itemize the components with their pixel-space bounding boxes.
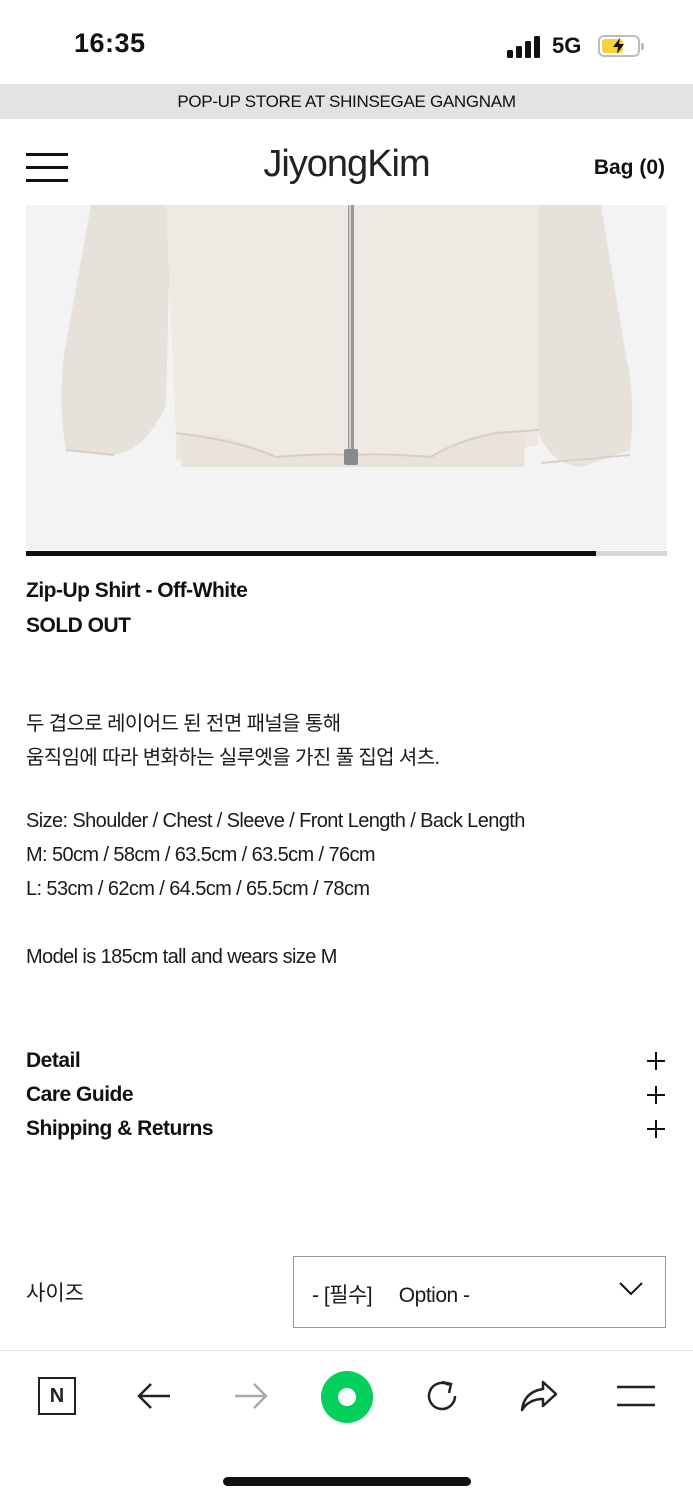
accordion-care-guide[interactable]: Care Guide: [26, 1083, 667, 1113]
size-spec-header: Size: Shoulder / Chest / Sleeve / Front …: [26, 810, 525, 832]
plus-icon[interactable]: [647, 1052, 665, 1070]
plus-icon[interactable]: [647, 1086, 665, 1104]
promo-banner-text: POP-UP STORE AT SHINSEGAE GANGNAM: [177, 91, 516, 111]
gallery-progress-fill: [26, 551, 597, 556]
bag-link[interactable]: Bag (0): [594, 156, 665, 180]
size-spec-m: M: 50cm / 58cm / 63.5cm / 63.5cm / 76cm: [26, 844, 376, 866]
brand-logo[interactable]: JiyongKim: [0, 143, 693, 186]
description-line: 두 겹으로 레이어드 된 전면 패널을 통해: [26, 713, 341, 735]
menu-icon[interactable]: [611, 1371, 661, 1421]
site-header: JiyongKim Bag (0): [0, 119, 693, 205]
option-select-value: - [필수] Option -: [312, 1284, 470, 1307]
accordion-shipping-returns[interactable]: Shipping & Returns: [26, 1117, 667, 1147]
size-spec-l: L: 53cm / 62cm / 64.5cm / 65.5cm / 78cm: [26, 878, 370, 900]
size-option-select[interactable]: - [필수] Option -: [293, 1256, 666, 1328]
promo-banner[interactable]: POP-UP STORE AT SHINSEGAE GANGNAM: [0, 84, 693, 119]
product-title: Zip-Up Shirt - Off-White: [26, 579, 248, 602]
chevron-down-icon: [619, 1282, 643, 1296]
sold-out-badge: SOLD OUT: [26, 614, 131, 637]
forward-arrow-icon[interactable]: [226, 1371, 276, 1421]
status-bar: 16:35 5G: [0, 0, 693, 84]
naver-n-label: N: [38, 1377, 76, 1415]
browser-toolbar: N: [0, 1350, 693, 1500]
home-indicator[interactable]: [223, 1477, 471, 1486]
model-info: Model is 185cm tall and wears size M: [26, 946, 337, 968]
gallery-progress-track[interactable]: [26, 551, 667, 556]
network-label: 5G: [552, 33, 582, 58]
plus-icon[interactable]: [647, 1120, 665, 1138]
share-icon[interactable]: [514, 1371, 564, 1421]
accordion-label: Care Guide: [26, 1083, 134, 1106]
signal-icon: [507, 36, 543, 58]
size-label: 사이즈: [26, 1282, 84, 1305]
naver-n-icon[interactable]: N: [32, 1371, 82, 1421]
product-image[interactable]: [26, 205, 667, 550]
battery-charging-icon: [598, 35, 644, 57]
accordion-label: Shipping & Returns: [26, 1117, 214, 1140]
refresh-icon[interactable]: [417, 1371, 467, 1421]
accordion-detail[interactable]: Detail: [26, 1049, 667, 1079]
description-line: 움직임에 따라 변화하는 실루엣을 가진 풀 집업 셔츠.: [26, 747, 440, 769]
accordion-label: Detail: [26, 1049, 81, 1072]
home-icon[interactable]: [320, 1370, 374, 1424]
status-time: 16:35: [74, 28, 146, 58]
back-arrow-icon[interactable]: [129, 1371, 179, 1421]
